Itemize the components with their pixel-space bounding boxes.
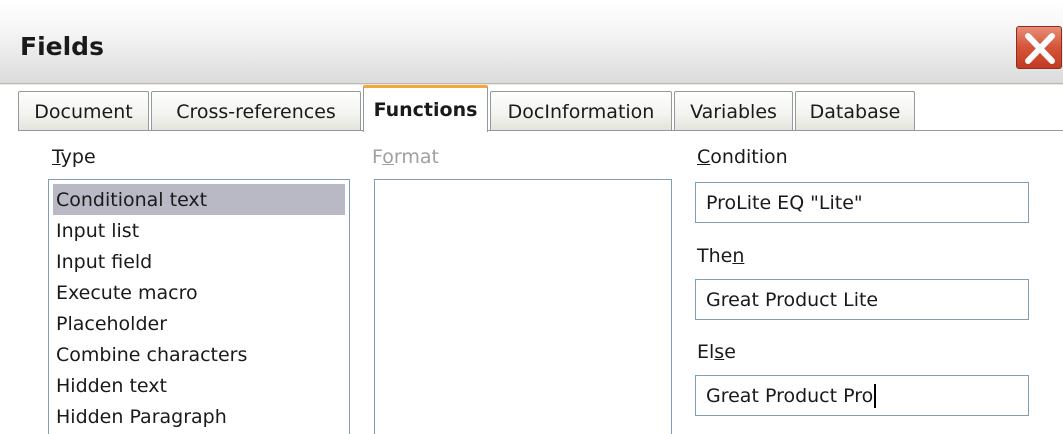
tab-cross-references[interactable]: Cross-references xyxy=(151,91,361,131)
tab-variables[interactable]: Variables xyxy=(674,91,793,131)
tab-docinformation[interactable]: DocInformation xyxy=(490,91,672,131)
tab-functions[interactable]: Functions xyxy=(363,85,488,132)
tab-divider xyxy=(18,130,1063,131)
tab-strip: Document Cross-references Functions DocI… xyxy=(18,85,1063,132)
title-bar: Fields xyxy=(0,0,1063,84)
type-label: Type xyxy=(52,146,96,168)
else-label: Else xyxy=(697,341,736,363)
then-field[interactable]: Great Product Lite xyxy=(695,279,1029,320)
close-icon xyxy=(1025,33,1055,64)
type-listbox[interactable]: Conditional text Input list Input field … xyxy=(48,179,350,434)
dialog-title: Fields xyxy=(20,32,104,61)
else-field-value: Great Product Pro xyxy=(706,384,874,407)
list-item-hidden-paragraph[interactable]: Hidden Paragraph xyxy=(53,401,345,432)
dialog-body: Document Cross-references Functions DocI… xyxy=(0,85,1063,434)
else-field[interactable]: Great Product Pro xyxy=(695,375,1029,416)
list-item-input-list[interactable]: Input list xyxy=(53,215,345,246)
list-item-placeholder[interactable]: Placeholder xyxy=(53,308,345,339)
list-item-conditional-text[interactable]: Conditional text xyxy=(53,184,345,215)
text-caret xyxy=(874,383,877,408)
then-label: Then xyxy=(697,245,745,267)
list-item-input-field[interactable]: Input field xyxy=(53,246,345,277)
condition-field[interactable]: ProLite EQ "Lite" xyxy=(695,182,1029,223)
list-item-combine-characters[interactable]: Combine characters xyxy=(53,339,345,370)
format-label: Format xyxy=(372,146,439,168)
tab-database[interactable]: Database xyxy=(795,91,915,131)
list-item-execute-macro[interactable]: Execute macro xyxy=(53,277,345,308)
tab-document[interactable]: Document xyxy=(18,91,149,131)
condition-label: Condition xyxy=(697,146,788,168)
format-listbox[interactable] xyxy=(374,179,672,434)
list-item-hidden-text[interactable]: Hidden text xyxy=(53,370,345,401)
close-button[interactable] xyxy=(1016,26,1062,69)
